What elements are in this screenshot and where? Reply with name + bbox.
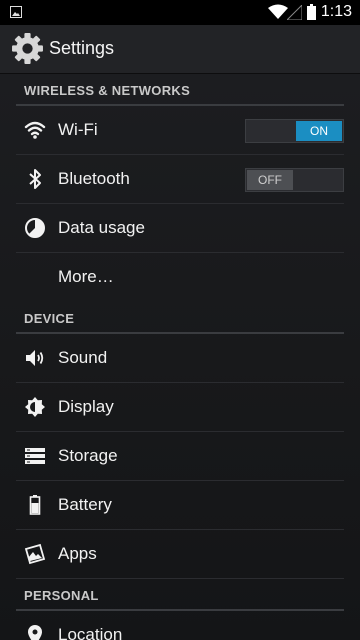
data-usage-icon bbox=[25, 218, 45, 238]
settings-item-data-usage[interactable]: Data usage bbox=[16, 204, 344, 253]
wifi-toggle[interactable]: ON bbox=[245, 119, 344, 143]
settings-item-label: Storage bbox=[58, 446, 118, 465]
display-brightness-icon bbox=[25, 397, 45, 417]
location-icon bbox=[28, 625, 42, 640]
toggle-state: OFF bbox=[247, 170, 293, 190]
settings-item-label: More… bbox=[58, 267, 114, 286]
section-header-personal: PERSONAL bbox=[16, 579, 344, 611]
settings-item-wifi[interactable]: Wi-Fi ON bbox=[16, 106, 344, 155]
bluetooth-toggle[interactable]: OFF bbox=[245, 168, 344, 192]
image-notification-icon bbox=[10, 6, 22, 18]
settings-item-label: Display bbox=[58, 397, 114, 416]
toggle-state: ON bbox=[296, 121, 342, 141]
section-header-device: DEVICE bbox=[16, 302, 344, 334]
status-bar: 1:13 bbox=[0, 0, 360, 25]
apps-icon bbox=[24, 543, 46, 565]
settings-item-label: Bluetooth bbox=[58, 169, 130, 188]
section-title: DEVICE bbox=[24, 311, 75, 326]
action-bar: Settings bbox=[0, 25, 360, 74]
wifi-icon bbox=[24, 121, 46, 139]
settings-item-label: Sound bbox=[58, 348, 108, 367]
settings-item-display[interactable]: Display bbox=[16, 383, 344, 432]
settings-item-sound[interactable]: Sound bbox=[16, 334, 344, 383]
section-title: PERSONAL bbox=[24, 588, 99, 603]
battery-icon bbox=[29, 495, 41, 515]
settings-list: WIRELESS & NETWORKS Wi-Fi ON Bluetooth O… bbox=[0, 74, 360, 640]
settings-item-location[interactable]: Location bbox=[16, 611, 344, 640]
clock: 1:13 bbox=[320, 3, 352, 20]
settings-gear-icon[interactable] bbox=[11, 32, 44, 65]
settings-item-more[interactable]: More… bbox=[16, 253, 344, 302]
cellular-signal-icon bbox=[287, 5, 302, 20]
battery-icon bbox=[307, 4, 316, 20]
wifi-icon bbox=[268, 4, 288, 19]
settings-item-label: Battery bbox=[58, 495, 112, 514]
page-title: Settings bbox=[49, 38, 115, 58]
section-title: WIRELESS & NETWORKS bbox=[24, 83, 191, 98]
settings-item-apps[interactable]: Apps bbox=[16, 530, 344, 579]
settings-item-bluetooth[interactable]: Bluetooth OFF bbox=[16, 155, 344, 204]
settings-item-battery[interactable]: Battery bbox=[16, 481, 344, 530]
storage-icon bbox=[25, 448, 45, 464]
settings-item-storage[interactable]: Storage bbox=[16, 432, 344, 481]
settings-item-label: Apps bbox=[58, 544, 97, 563]
bluetooth-icon bbox=[29, 169, 41, 189]
settings-item-label: Location bbox=[58, 625, 123, 640]
settings-item-label: Data usage bbox=[58, 218, 145, 237]
sound-icon bbox=[26, 350, 44, 366]
settings-item-label: Wi-Fi bbox=[58, 120, 98, 139]
section-header-wireless: WIRELESS & NETWORKS bbox=[16, 74, 344, 106]
